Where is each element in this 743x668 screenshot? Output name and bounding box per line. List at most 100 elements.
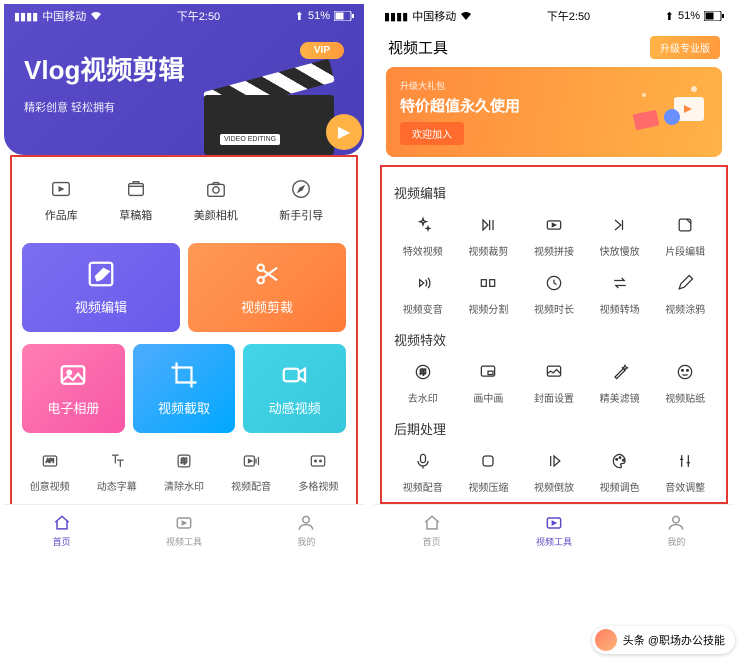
label: 视频编辑: [75, 297, 127, 316]
section-edit-title: 视频编辑: [386, 173, 722, 210]
crop-icon: [169, 360, 199, 390]
battery-label: 51%: [678, 10, 700, 22]
drafts[interactable]: 草稿箱: [119, 177, 152, 223]
label: 动感视频: [269, 398, 321, 417]
drafts-icon: [124, 177, 148, 201]
watermark: 头条 @职场办公技能: [592, 626, 735, 654]
right-phone: ▮▮▮▮ 中国移动 下午2:50 ⬆ 51% 视频工具 升级专业版 升级大礼包 …: [374, 4, 734, 552]
battery-icon: [334, 11, 354, 21]
speed-video[interactable]: 快放慢放: [589, 214, 651, 258]
status-bar: ▮▮▮▮ 中国移动 下午2:50 ⬆ 51%: [374, 4, 734, 28]
reverse[interactable]: 视频倒放: [523, 450, 585, 494]
tab-home[interactable]: 首页: [421, 513, 443, 548]
camera-icon: [204, 177, 228, 201]
guide[interactable]: 新手引导: [279, 177, 323, 223]
svg-text:API: API: [46, 459, 54, 465]
creative-video[interactable]: API 创意视频: [30, 449, 70, 493]
subtitle[interactable]: 动态字幕: [97, 449, 137, 493]
compress[interactable]: 视频压缩: [458, 450, 520, 494]
works-library[interactable]: 作品库: [45, 177, 78, 223]
camcorder-icon: [280, 360, 310, 390]
label: 视频贴纸: [665, 390, 705, 405]
label: 特效视频: [403, 243, 443, 258]
remove-watermark[interactable]: 印 清除水印: [164, 449, 204, 493]
reverse-icon: [543, 450, 565, 472]
section-post-title: 后期处理: [386, 409, 722, 446]
library-icon: [49, 177, 73, 201]
label: 我的: [297, 535, 315, 548]
duration[interactable]: 视频时长: [523, 272, 585, 316]
tab-home[interactable]: 首页: [51, 513, 73, 548]
highlight-box: 视频编辑 特效视频 视频裁剪 视频拼接 快放慢放 片段编辑 视频变音 视频分割 …: [380, 165, 728, 504]
crop-video[interactable]: 视频裁剪: [458, 214, 520, 258]
speed-icon: [609, 214, 631, 236]
merge-video[interactable]: 视频拼接: [523, 214, 585, 258]
label: 首页: [53, 535, 71, 548]
label: 视频裁剪: [468, 243, 508, 258]
multi-grid[interactable]: 多格视频: [298, 449, 338, 493]
pip-icon: [477, 361, 499, 383]
sparkle-icon: [412, 214, 434, 236]
voice-change[interactable]: 视频变音: [392, 272, 454, 316]
filter[interactable]: 精美滤镜: [589, 361, 651, 405]
label: 去水印: [408, 390, 438, 405]
tab-tools[interactable]: 视频工具: [536, 513, 572, 548]
tab-mine[interactable]: 我的: [295, 513, 317, 548]
label: 视频转场: [600, 301, 640, 316]
beauty-camera[interactable]: 美颜相机: [194, 177, 238, 223]
signal-icon: ▮▮▮▮: [384, 10, 408, 23]
cover-set[interactable]: 封面设置: [523, 361, 585, 405]
pip[interactable]: 画中画: [458, 361, 520, 405]
tab-mine[interactable]: 我的: [665, 513, 687, 548]
label: 视频倒放: [534, 479, 574, 494]
label: 快放慢放: [600, 243, 640, 258]
video-cut-card[interactable]: 视频剪裁: [188, 243, 346, 332]
text-icon: [105, 449, 129, 473]
transition[interactable]: 视频转场: [589, 272, 651, 316]
split-video[interactable]: 视频分割: [458, 272, 520, 316]
album-card[interactable]: 电子相册: [22, 344, 125, 433]
label: 新手引导: [279, 207, 323, 223]
clip-edit[interactable]: 片段编辑: [654, 214, 716, 258]
promo-banner[interactable]: 升级大礼包 特价超值永久使用 欢迎加入: [386, 67, 722, 157]
page-title: 视频工具: [388, 37, 448, 58]
wifi-icon: [460, 11, 472, 21]
dubbing[interactable]: 视频配音: [231, 449, 271, 493]
video-edit-card[interactable]: 视频编辑: [22, 243, 180, 332]
left-phone: ▮▮▮▮ 中国移动 下午2:50 ⬆ 51% VIP Vlog视频剪辑 精彩创意…: [4, 4, 364, 552]
color-adjust[interactable]: 视频调色: [589, 450, 651, 494]
doodle[interactable]: 视频涂鸦: [654, 272, 716, 316]
transition-icon: [609, 272, 631, 294]
battery-icon: [704, 11, 724, 21]
label: 视频工具: [166, 535, 202, 548]
tab-tools[interactable]: 视频工具: [166, 513, 202, 548]
tab-bar: 首页 视频工具 我的: [374, 504, 734, 552]
label: 精美滤镜: [600, 390, 640, 405]
time-label: 下午2:50: [547, 8, 590, 24]
api-icon: API: [38, 449, 62, 473]
label: 我的: [667, 535, 685, 548]
audio-adjust[interactable]: 音效调整: [654, 450, 716, 494]
sticker[interactable]: 视频贴纸: [654, 361, 716, 405]
label: 视频变音: [403, 301, 443, 316]
upgrade-button[interactable]: 升级专业版: [650, 36, 720, 59]
label: 视频配音: [231, 478, 271, 493]
label: 视频剪裁: [241, 297, 293, 316]
label: 片段编辑: [665, 243, 705, 258]
fx-video[interactable]: 特效视频: [392, 214, 454, 258]
dynamic-card[interactable]: 动感视频: [243, 344, 346, 433]
tools-icon: [173, 513, 195, 533]
carrier-label: 中国移动: [42, 8, 86, 24]
label: 视频工具: [536, 535, 572, 548]
dubbing2[interactable]: 视频配音: [392, 450, 454, 494]
remove-wm[interactable]: 印去水印: [392, 361, 454, 405]
user-icon: [665, 513, 687, 533]
highlight-box: 作品库 草稿箱 美颜相机 新手引导 视频编辑 视频剪裁: [10, 155, 358, 509]
label: 封面设置: [534, 390, 574, 405]
label: 美颜相机: [194, 207, 238, 223]
promo-join-button[interactable]: 欢迎加入: [400, 122, 464, 145]
tab-bar: 首页 视频工具 我的: [4, 504, 364, 552]
vip-badge[interactable]: VIP: [300, 42, 344, 59]
label: 音效调整: [665, 479, 705, 494]
capture-card[interactable]: 视频截取: [133, 344, 236, 433]
